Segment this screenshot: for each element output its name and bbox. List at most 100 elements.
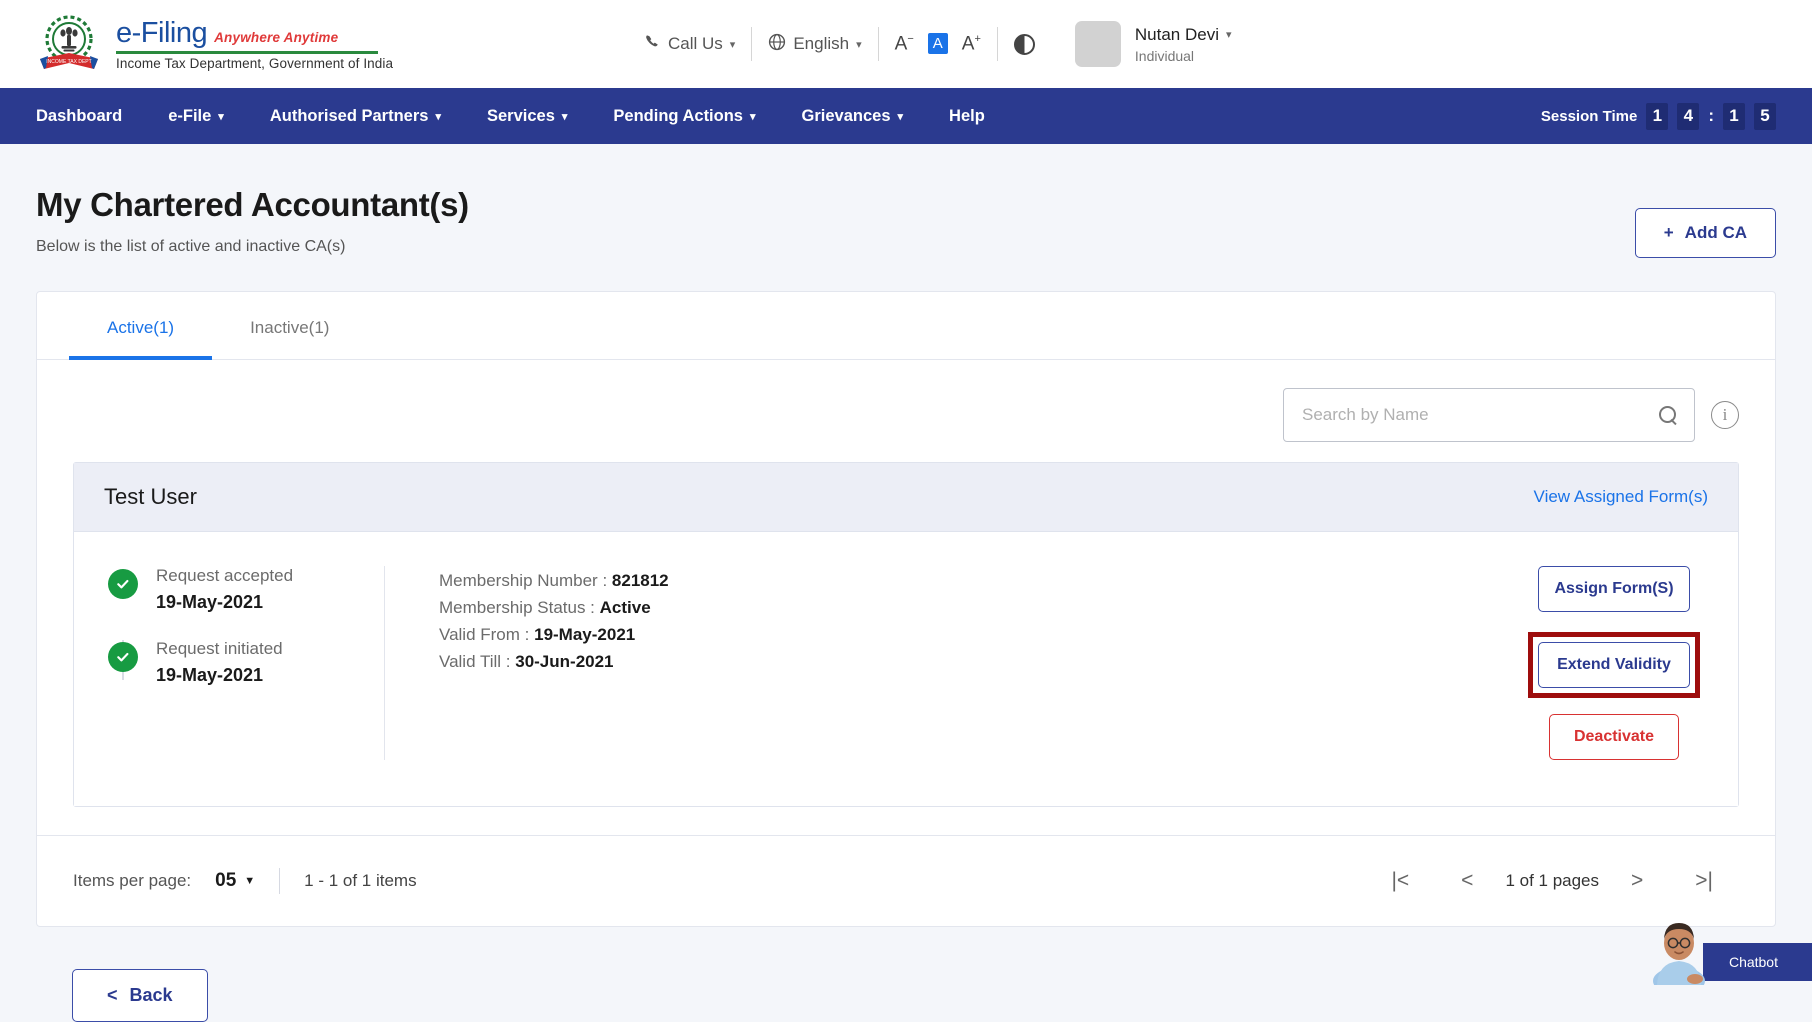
nav-label: Authorised Partners (269, 106, 429, 125)
page-content: My Chartered Accountant(s) Below is the … (0, 144, 1812, 1022)
chevron-down-icon: ▼ (244, 875, 256, 887)
chevron-down-icon: ▾ (1226, 29, 1232, 41)
language-label: English (793, 34, 850, 53)
brand-divider (116, 51, 378, 55)
assign-forms-button[interactable]: Assign Form(S) (1538, 566, 1690, 612)
page-title: My Chartered Accountant(s) (36, 186, 469, 223)
nav-label: Grievances (801, 106, 891, 125)
extend-validity-button[interactable]: Extend Validity (1538, 642, 1690, 688)
chevron-left-icon: < (107, 985, 118, 1005)
back-label: Back (129, 985, 173, 1005)
add-ca-button[interactable]: + Add CA (1634, 208, 1776, 258)
user-name: Nutan Devi (1134, 24, 1219, 44)
search-box[interactable] (1283, 388, 1695, 442)
user-menu[interactable]: Nutan Devi ▾ Individual (1051, 21, 1232, 67)
search-row: i (37, 360, 1775, 452)
timeline-label: Request accepted (156, 566, 294, 585)
header-utilities: Call Us ▾ English ▾ A− A A+ Nutan Devi ▾… (628, 0, 1232, 88)
nav-label: Dashboard (36, 106, 123, 125)
call-us-menu[interactable]: Call Us ▾ (628, 33, 751, 55)
nav-item-help[interactable]: Help (949, 107, 985, 126)
check-circle-icon (108, 642, 138, 672)
timeline-date: 19-May-2021 (156, 592, 264, 612)
detail-value: 19-May-2021 (534, 624, 636, 644)
items-per-page-value: 05 (215, 870, 237, 891)
detail-label: Valid From : (439, 624, 530, 644)
font-increase-button[interactable]: A+ (962, 33, 981, 55)
detail-label: Membership Number : (439, 571, 608, 590)
chevron-down-icon: ▾ (561, 110, 568, 123)
tab-inactive[interactable]: Inactive(1) (212, 292, 367, 360)
first-page-button[interactable]: |< (1365, 869, 1435, 893)
language-menu[interactable]: English ▾ (752, 33, 877, 56)
page-subtitle: Below is the list of active and inactive… (36, 238, 346, 255)
session-timer: Session Time 1 4 : 1 5 (1541, 102, 1776, 130)
timeline-date: 19-May-2021 (156, 665, 264, 685)
nav-label: Services (486, 106, 555, 125)
detail-label: Membership Status : (439, 597, 595, 617)
font-size-controls: A− A A+ (879, 33, 997, 55)
chevron-down-icon: ▾ (435, 110, 441, 123)
session-separator: : (1708, 106, 1714, 125)
session-digit: 5 (1754, 102, 1776, 130)
nav-item-dashboard[interactable]: Dashboard (36, 107, 122, 126)
back-button[interactable]: < Back (72, 969, 208, 1022)
page-indicator: 1 of 1 pages (1505, 871, 1600, 890)
chatbot-label: Chatbot (1702, 943, 1812, 981)
chevron-down-icon: ▾ (897, 110, 904, 123)
chevron-down-icon: ▾ (749, 110, 756, 123)
add-ca-label: Add CA (1684, 223, 1747, 242)
page-navigation: |< < 1 of 1 pages > >| (1365, 869, 1739, 893)
font-decrease-button[interactable]: A− (895, 33, 914, 55)
user-role: Individual (1134, 47, 1195, 64)
ca-card-header: Test User View Assigned Form(s) (74, 463, 1738, 532)
next-page-button[interactable]: > (1605, 869, 1669, 893)
nav-item-pending-actions[interactable]: Pending Actions ▾ (613, 107, 755, 126)
check-circle-icon (108, 569, 138, 599)
view-assigned-forms-link[interactable]: View Assigned Form(s) (1534, 487, 1708, 507)
nav-item-grievances[interactable]: Grievances ▾ (802, 107, 904, 126)
deactivate-button[interactable]: Deactivate (1549, 714, 1679, 760)
info-icon[interactable]: i (1711, 401, 1739, 429)
avatar (1074, 21, 1121, 67)
nav-item-authorised-partners[interactable]: Authorised Partners ▾ (270, 107, 441, 126)
timeline-label: Request initiated (156, 639, 283, 658)
session-digit: 1 (1646, 102, 1669, 130)
chevron-down-icon: ▾ (729, 38, 736, 51)
search-icon[interactable] (1659, 405, 1678, 425)
request-timeline: Request accepted 19-May-2021 Request ini… (74, 566, 384, 760)
detail-row: Membership Status : Active (439, 595, 669, 622)
timeline-item: Request accepted 19-May-2021 (108, 566, 384, 613)
nav-item-services[interactable]: Services ▾ (487, 107, 567, 126)
chevron-down-icon: ▾ (218, 110, 224, 123)
session-digit: 4 (1677, 102, 1700, 130)
plus-icon: + (1663, 223, 1674, 242)
items-per-page-select[interactable]: 05 ▼ (215, 870, 255, 892)
tab-bar: Active(1) Inactive(1) (37, 292, 1775, 360)
tab-active[interactable]: Active(1) (69, 292, 213, 360)
contrast-icon (1013, 33, 1035, 55)
detail-row: Membership Number : 821812 (439, 568, 669, 595)
ca-name: Test User (104, 484, 197, 509)
call-us-label: Call Us (668, 34, 723, 53)
nav-item-efile[interactable]: e-File ▾ (168, 107, 224, 126)
search-input[interactable] (1300, 404, 1659, 426)
previous-page-button[interactable]: < (1435, 869, 1499, 893)
chatbot-widget[interactable]: Chatbot (1649, 915, 1812, 995)
timeline-item: Request initiated 19-May-2021 (108, 639, 384, 686)
globe-icon (768, 33, 786, 56)
ca-card: Test User View Assigned Form(s) Request … (73, 462, 1739, 807)
detail-value: Active (599, 597, 651, 617)
page-header: My Chartered Accountant(s) Below is the … (36, 144, 1776, 258)
pagination-bar: Items per page: 05 ▼ 1 - 1 of 1 items |<… (37, 835, 1775, 926)
session-digit: 1 (1723, 102, 1745, 130)
government-emblem-icon: INCOME TAX DEPT (36, 11, 102, 77)
detail-row: Valid From : 19-May-2021 (439, 622, 669, 649)
high-contrast-toggle[interactable] (998, 33, 1051, 55)
last-page-button[interactable]: >| (1669, 869, 1739, 893)
detail-row: Valid Till : 30-Jun-2021 (439, 649, 669, 676)
item-range-text: 1 - 1 of 1 items (304, 871, 417, 890)
font-normal-button[interactable]: A (927, 33, 948, 55)
membership-details: Membership Number : 821812 Membership St… (385, 566, 669, 760)
brand-logo[interactable]: INCOME TAX DEPT e-Filing Anywhere Anytim… (36, 11, 393, 77)
